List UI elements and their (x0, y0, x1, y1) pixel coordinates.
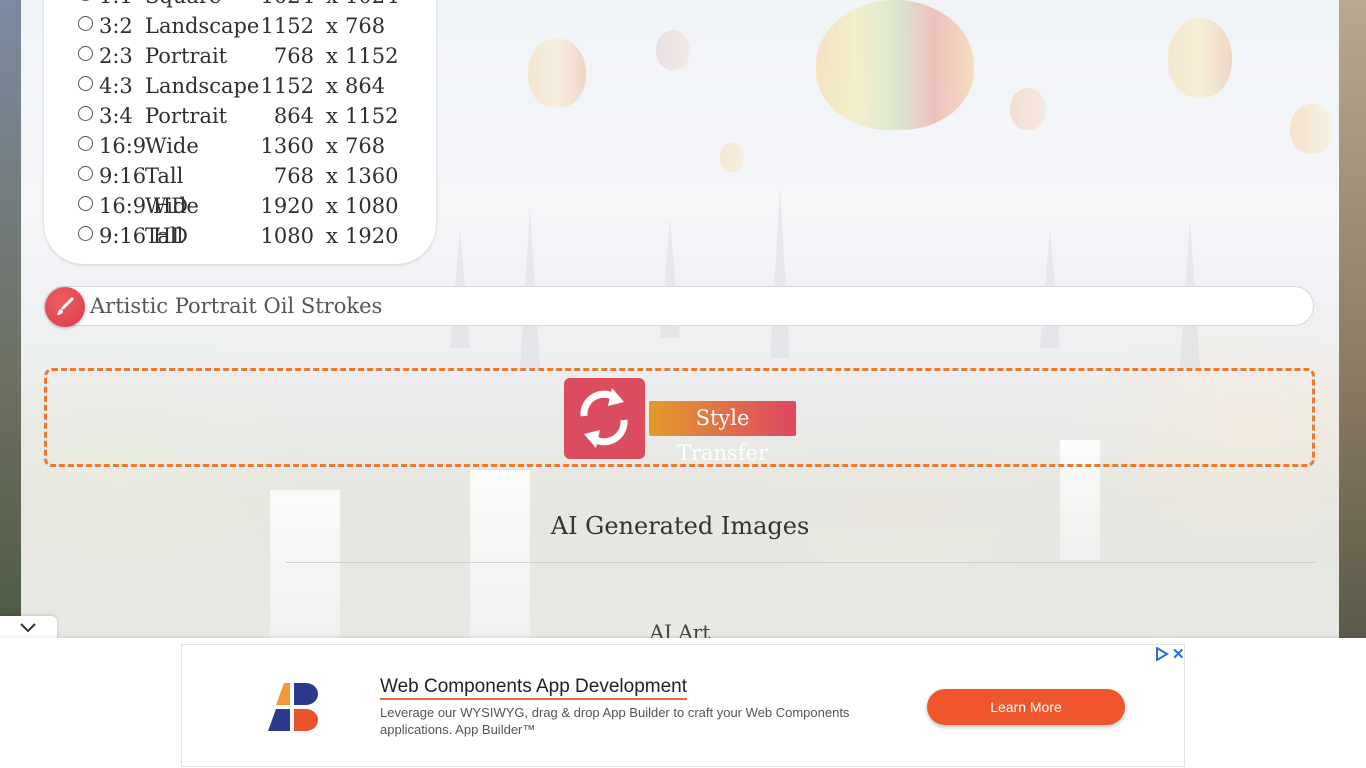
dimension-option[interactable]: 2:3 Portrait 768 x 1152 (74, 44, 424, 74)
background-edge-right (1339, 0, 1366, 640)
dimension-label: Wide (145, 194, 199, 218)
dimension-label: Landscape (145, 74, 260, 98)
prompt-bar[interactable]: Artistic Portrait Oil Strokes (44, 286, 1314, 327)
dimension-separator: x (326, 104, 338, 128)
ad-banner[interactable]: Web Components App Development Leverage … (181, 644, 1185, 767)
radio-button[interactable] (78, 0, 93, 1)
radio-button[interactable] (78, 196, 93, 211)
style-transfer-button[interactable]: Style Transfer (649, 401, 796, 465)
radio-button[interactable] (78, 166, 93, 181)
dimension-label: Tall (145, 164, 184, 188)
dimension-separator: x (326, 164, 338, 188)
background-edge-left (0, 0, 21, 640)
dimension-label: Portrait (145, 104, 228, 128)
refresh-button[interactable] (564, 378, 645, 459)
dimension-separator: x (326, 44, 338, 68)
dimension-width: 1920 (260, 194, 314, 218)
dimension-label: Portrait (145, 44, 228, 68)
dimension-width: 1360 (260, 134, 314, 158)
dimension-ratio: 3:2 (99, 14, 133, 38)
dimension-selector-card: 1:1Square1024x10243:2Landscape1152x7682:… (44, 0, 436, 264)
radio-button[interactable] (78, 226, 93, 241)
dimension-separator: x (326, 14, 338, 38)
dimension-label: Wide (145, 134, 199, 158)
divider (286, 562, 1316, 563)
refresh-icon (580, 388, 628, 448)
dimension-height: 1024 (345, 0, 398, 8)
dimension-width: 1024 (244, 0, 314, 8)
dimension-option[interactable]: 9:16 HD Tall 1080 x 1920 (74, 224, 424, 254)
dimension-separator: x (326, 194, 338, 218)
dimension-width: 864 (273, 104, 314, 128)
ad-title[interactable]: Web Components App Development (380, 676, 687, 700)
dimension-width: 768 (273, 44, 314, 68)
dimension-ratio: 3:4 (99, 104, 133, 128)
dimension-ratio: 2:3 (99, 44, 133, 68)
learn-more-button[interactable]: Learn More (927, 689, 1125, 725)
dimension-ratio: 4:3 (99, 74, 133, 98)
dimension-separator: x (326, 224, 338, 248)
dimension-separator: x (326, 0, 338, 8)
dimension-height: 1152 (345, 44, 399, 68)
dimension-height: 1360 (345, 164, 399, 188)
dimension-separator: x (326, 74, 338, 98)
dimension-option[interactable]: 1:1 Square 1024 x 1024 (74, 0, 424, 14)
radio-button[interactable] (78, 76, 93, 91)
dimension-height: 1080 (345, 194, 399, 218)
dimension-height: 768 (345, 134, 386, 158)
dimension-width: 1152 (260, 14, 314, 38)
dimension-option[interactable]: 9:16 Tall 768 x 1360 (74, 164, 424, 194)
dimension-option[interactable]: 16:9 Wide 1360 x 768 (74, 134, 424, 164)
dimension-option[interactable]: 16:9 HD Wide 1920 x 1080 (74, 194, 424, 224)
radio-button[interactable] (78, 16, 93, 31)
dimension-height: 864 (345, 74, 386, 98)
paintbrush-icon (57, 297, 74, 315)
dimension-label: Tall (145, 224, 184, 248)
radio-button[interactable] (78, 136, 93, 151)
dimension-height: 1152 (345, 104, 399, 128)
gallery-title: AI Generated Images (550, 512, 810, 540)
dimension-label: Landscape (145, 14, 260, 38)
app-builder-logo (268, 683, 318, 731)
dimension-ratio: 16:9 (99, 134, 147, 158)
collapse-ad-button[interactable] (0, 616, 57, 640)
dimension-label: Square (145, 0, 221, 8)
dimension-ratio: 9:16 (99, 164, 147, 188)
ad-close-button[interactable]: ✕ (1172, 645, 1185, 663)
dimension-option[interactable]: 3:4 Portrait 864 x 1152 (74, 104, 424, 134)
dimension-width: 1080 (260, 224, 314, 248)
dimension-height: 768 (345, 14, 386, 38)
prompt-input[interactable]: Artistic Portrait Oil Strokes (90, 294, 382, 318)
dimension-option[interactable]: 4:3 Landscape 1152 x 864 (74, 74, 424, 104)
chevron-down-icon (20, 623, 36, 633)
radio-button[interactable] (78, 106, 93, 121)
dimension-ratio: 1:1 (99, 0, 133, 8)
dimension-option[interactable]: 3:2 Landscape 1152 x 768 (74, 14, 424, 44)
ad-description: Leverage our WYSIWYG, drag & drop App Bu… (380, 705, 850, 737)
dimension-height: 1920 (345, 224, 399, 248)
dimension-width: 1152 (260, 74, 314, 98)
dimension-separator: x (326, 134, 338, 158)
dimension-width: 768 (273, 164, 314, 188)
adchoices-icon[interactable] (1155, 647, 1169, 661)
radio-button[interactable] (78, 46, 93, 61)
paintbrush-button[interactable] (45, 287, 85, 327)
